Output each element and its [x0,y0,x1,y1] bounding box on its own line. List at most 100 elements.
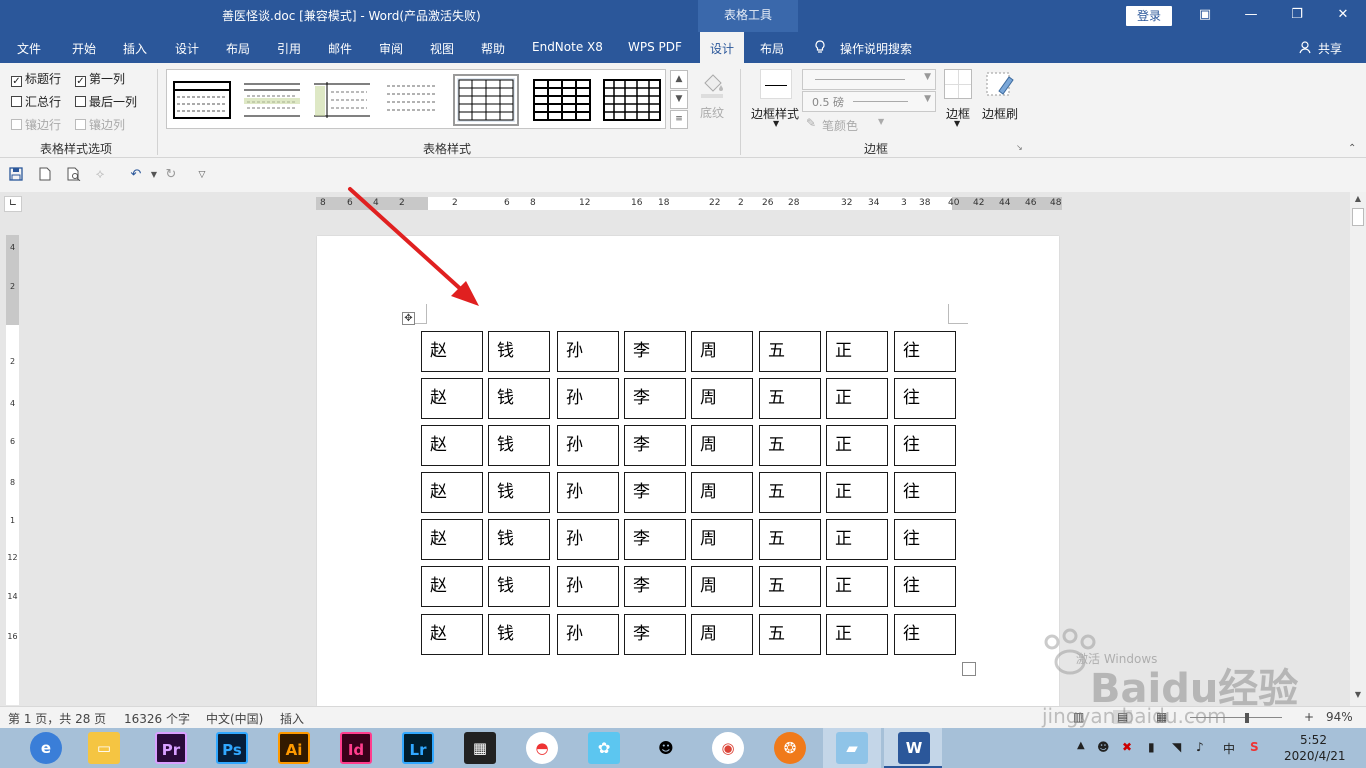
clock-date[interactable]: 2020/4/21 [1284,749,1346,763]
table-cell[interactable]: 正 [826,331,888,372]
word-count[interactable]: 16326 个字 [124,710,190,727]
insert-mode[interactable]: 插入 [280,710,304,727]
paint-bucket-icon[interactable] [697,69,727,99]
table-cell[interactable]: 孙 [557,425,619,466]
table-cell[interactable]: 五 [759,331,821,372]
table-cell[interactable]: 正 [826,378,888,419]
tell-me-search[interactable]: 操作说明搜索 [840,40,912,57]
qq-tray-icon[interactable]: ☻ [1097,740,1110,754]
chat-app-icon[interactable]: ✿ [588,732,620,764]
banded-columns-checkbox[interactable]: 镶边列 [75,116,125,133]
scroll-down-arrow-icon[interactable]: ▼ [1352,690,1364,702]
tab-view[interactable]: 视图 [430,40,454,57]
tab-stop-selector-icon[interactable]: ∟ [4,196,22,212]
table-style-thumbnail[interactable] [173,78,231,122]
table-style-thumbnail[interactable] [603,78,661,122]
table-cell[interactable]: 钱 [488,331,550,372]
table-cell[interactable]: 往 [894,614,956,655]
table-cell[interactable]: 五 [759,519,821,560]
borders-grid-icon[interactable] [944,69,972,99]
tab-mailings[interactable]: 邮件 [328,40,352,57]
battery-icon[interactable]: ▮ [1148,740,1155,754]
file-explorer-icon[interactable]: ▭ [88,732,120,764]
network-warning-icon[interactable]: ✖ [1122,740,1132,754]
table-cell[interactable]: 周 [691,425,753,466]
table-cell[interactable]: 往 [894,378,956,419]
border-style-preview[interactable] [760,69,792,99]
table-cell[interactable]: 孙 [557,378,619,419]
illustrator-icon[interactable]: Ai [278,732,310,764]
table-resize-handle[interactable] [962,662,976,676]
table-cell[interactable]: 往 [894,425,956,466]
table-style-thumbnail[interactable] [243,78,301,122]
video-editor-icon[interactable]: ▦ [464,732,496,764]
lightroom-icon[interactable]: Lr [402,732,434,764]
volume-icon[interactable]: ♪ [1196,740,1204,754]
wifi-icon[interactable]: ◥ [1172,740,1181,754]
touch-mode-icon[interactable]: ⟡ [92,167,108,183]
ime-indicator[interactable]: 中 [1223,740,1235,757]
table-cell[interactable]: 周 [691,614,753,655]
table-cell[interactable]: 钱 [488,472,550,513]
edge-browser-icon[interactable]: e [30,732,62,764]
share-button[interactable]: 共享 [1318,40,1342,57]
customize-toolbar-icon[interactable]: ▽ [194,167,210,183]
table-cell[interactable]: 钱 [488,614,550,655]
save-icon[interactable] [8,167,24,183]
gallery-more-icon[interactable]: ≡ [670,110,688,129]
tab-review[interactable]: 审阅 [379,40,403,57]
page-count[interactable]: 第 1 页，共 28 页 [8,710,106,727]
table-cell[interactable]: 五 [759,472,821,513]
table-cell[interactable]: 正 [826,425,888,466]
total-row-checkbox[interactable]: 汇总行 [11,93,61,110]
line-style-dropdown[interactable]: ▼ [802,69,936,90]
table-cell[interactable]: 周 [691,331,753,372]
table-cell[interactable]: 李 [624,472,686,513]
zoom-level[interactable]: 94% [1326,710,1353,724]
table-cell[interactable]: 钱 [488,425,550,466]
table-cell[interactable]: 五 [759,378,821,419]
table-move-handle-icon[interactable]: ✥ [402,312,415,325]
tab-home[interactable]: 开始 [72,40,96,57]
clock-time[interactable]: 5:52 [1300,733,1327,747]
table-cell[interactable]: 李 [624,614,686,655]
chrome-icon[interactable]: ◉ [712,732,744,764]
table-cell[interactable]: 钱 [488,378,550,419]
tab-file[interactable]: 文件 [17,40,41,57]
sogou-input-icon[interactable]: S [1250,740,1259,754]
table-cell[interactable]: 往 [894,519,956,560]
table-cell[interactable]: 往 [894,472,956,513]
banded-rows-checkbox[interactable]: 镶边行 [11,116,61,133]
table-cell[interactable]: 赵 [421,331,483,372]
table-cell[interactable]: 孙 [557,614,619,655]
table-cell[interactable]: 周 [691,472,753,513]
table-style-thumbnail-selected[interactable] [453,74,519,126]
media-player-icon[interactable]: ❂ [774,732,806,764]
table-cell[interactable]: 李 [624,519,686,560]
scrollbar-thumb[interactable] [1352,208,1364,226]
table-cell[interactable]: 赵 [421,519,483,560]
vertical-scrollbar[interactable]: ▲ ▼ [1350,192,1366,706]
table-cell[interactable]: 五 [759,566,821,607]
minimize-button[interactable]: — [1228,0,1274,32]
header-row-checkbox[interactable]: ✓ 标题行 [11,70,61,87]
pen-color-button[interactable]: 笔颜色 [822,117,858,134]
tab-layout[interactable]: 布局 [226,40,250,57]
shading-button[interactable]: 底纹 [700,104,724,121]
table-cell[interactable]: 周 [691,566,753,607]
table-cell[interactable]: 周 [691,378,753,419]
tab-design[interactable]: 设计 [175,40,199,57]
table-cell[interactable]: 孙 [557,331,619,372]
border-painter-button[interactable]: 边框刷 [982,105,1018,122]
maximize-button[interactable]: ❐ [1274,0,1320,32]
close-button[interactable]: ✕ [1320,0,1366,32]
table-cell[interactable]: 钱 [488,566,550,607]
table-cell[interactable]: 赵 [421,378,483,419]
print-preview-icon[interactable] [66,167,82,183]
tab-wps-pdf[interactable]: WPS PDF [628,40,682,54]
scroll-up-arrow-icon[interactable]: ▲ [1352,194,1364,206]
table-cell[interactable]: 五 [759,614,821,655]
table-style-thumbnail[interactable] [533,78,591,122]
table-cell[interactable]: 赵 [421,425,483,466]
chevron-down-icon[interactable]: ▼ [146,167,162,183]
